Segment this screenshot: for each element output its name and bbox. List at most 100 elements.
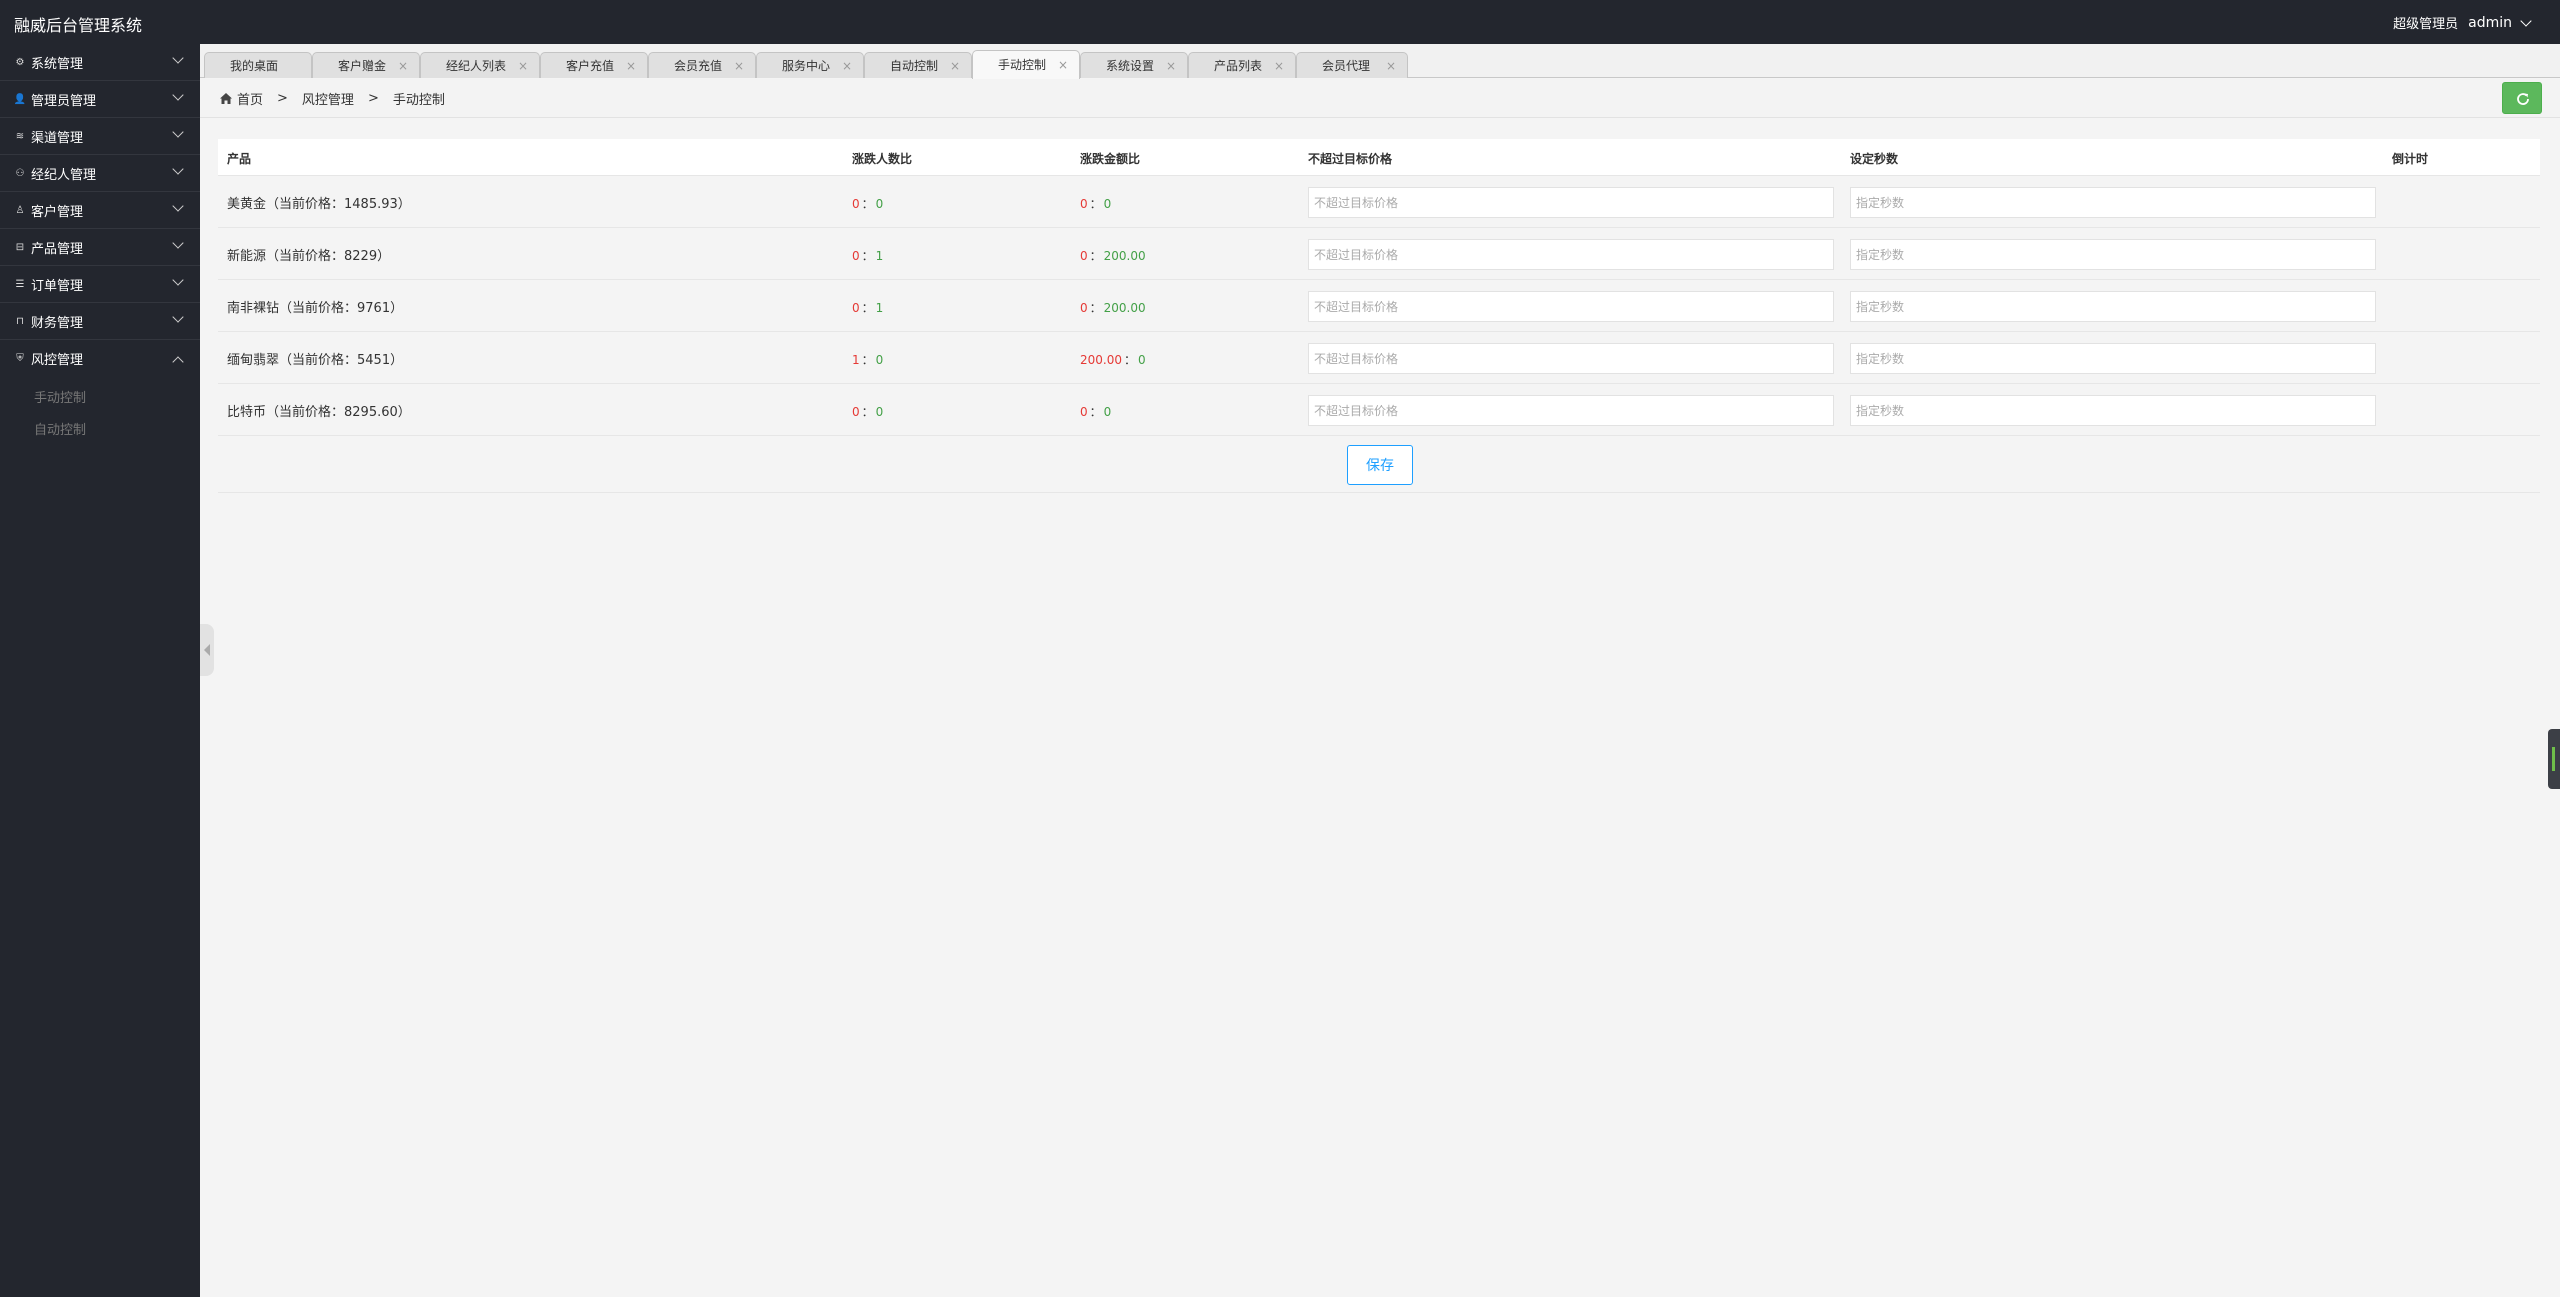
save-row: 保存: [218, 436, 2540, 493]
product-icon: ⊟: [15, 241, 25, 253]
tab-product-list[interactable]: 产品列表 ×: [1188, 52, 1296, 78]
sidebar: ⚙ 系统管理 👤 管理员管理 ≋ 渠道管理 ⚇ 经纪人管理 ♙ 客户管理 ⊟ 产…: [0, 44, 200, 1297]
chevron-down-icon[interactable]: [2520, 14, 2532, 27]
target-price-input[interactable]: [1308, 395, 1834, 426]
sidebar-item-finance[interactable]: ⊓ 财务管理: [0, 303, 200, 340]
sidebar-item-admin[interactable]: 👤 管理员管理: [0, 81, 200, 118]
seconds-input[interactable]: [1850, 395, 2376, 426]
sidebar-item-label: 客户管理: [31, 204, 84, 220]
customer-icon: ♙: [15, 204, 25, 216]
close-icon[interactable]: ×: [1274, 53, 1284, 79]
table-row: 缅甸翡翠（当前价格：5451） 1： 0 200.00： 0: [218, 332, 2540, 384]
tab-broker-list[interactable]: 经纪人列表 ×: [420, 52, 540, 78]
amount-ratio: 200.00： 0: [1080, 351, 1146, 368]
tab-desktop[interactable]: 我的桌面: [204, 52, 312, 78]
breadcrumb-home[interactable]: 首页: [237, 89, 263, 108]
amount-down: 200.00: [1103, 249, 1146, 263]
sidebar-item-label: 管理员管理: [31, 93, 97, 109]
tab-label: 服务中心: [782, 59, 831, 73]
close-icon[interactable]: ×: [1166, 53, 1176, 79]
breadcrumb-separator: >: [367, 91, 379, 106]
count-up: 0: [852, 197, 860, 211]
seconds-input[interactable]: [1850, 343, 2376, 374]
tab-label: 客户充值: [566, 59, 615, 73]
product-name: 美黄金（当前价格：1485.93）: [227, 197, 411, 212]
sidebar-item-risk[interactable]: ⛨ 风控管理: [0, 340, 200, 377]
tab-customer-recharge[interactable]: 客户充值 ×: [540, 52, 648, 78]
column-header-product: 产品: [227, 152, 252, 166]
count-down: 0: [875, 353, 884, 367]
count-down: 1: [875, 249, 884, 263]
column-header-target-price: 不超过目标价格: [1308, 152, 1393, 166]
sidebar-item-order[interactable]: ☰ 订单管理: [0, 266, 200, 303]
sidebar-subitem-auto[interactable]: 自动控制: [0, 415, 200, 447]
close-icon[interactable]: ×: [950, 53, 960, 79]
sidebar-item-system[interactable]: ⚙ 系统管理: [0, 44, 200, 81]
seconds-input[interactable]: [1850, 187, 2376, 218]
breadcrumb-level1[interactable]: 风控管理: [302, 89, 354, 108]
chevron-down-icon: [172, 200, 184, 212]
sidebar-item-customer[interactable]: ♙ 客户管理: [0, 192, 200, 229]
ratio-colon: ：: [861, 197, 874, 211]
tab-system-settings[interactable]: 系统设置 ×: [1080, 52, 1188, 78]
amount-ratio: 0： 200.00: [1080, 247, 1146, 264]
tab-gift[interactable]: 客户赠金 ×: [312, 52, 420, 78]
chevron-down-icon: [172, 89, 184, 101]
tab-service-center[interactable]: 服务中心 ×: [756, 52, 864, 78]
table-row: 美黄金（当前价格：1485.93） 0： 0 0： 0: [218, 176, 2540, 228]
count-ratio: 0： 1: [852, 247, 883, 264]
tab-manual-control[interactable]: 手动控制 ×: [972, 50, 1080, 79]
refresh-button[interactable]: [2502, 82, 2542, 114]
chevron-down-icon: [172, 274, 184, 286]
table-header: 产品 涨跌人数比 涨跌金额比 不超过目标价格 设定秒数 倒计时: [218, 139, 2540, 176]
sidebar-item-channel[interactable]: ≋ 渠道管理: [0, 118, 200, 155]
amount-down: 0: [1138, 353, 1146, 367]
tab-member-agent[interactable]: 会员代理 ×: [1296, 52, 1408, 78]
product-name: 南非裸钻（当前价格：9761）: [227, 301, 404, 316]
sidebar-item-label: 渠道管理: [31, 130, 84, 146]
tab-member-recharge[interactable]: 会员充值 ×: [648, 52, 756, 78]
broker-icon: ⚇: [15, 167, 25, 179]
order-icon: ☰: [15, 278, 25, 290]
close-icon[interactable]: ×: [842, 53, 852, 79]
seconds-input[interactable]: [1850, 239, 2376, 270]
amount-down: 0: [1103, 197, 1112, 211]
close-icon[interactable]: ×: [398, 53, 408, 79]
count-ratio: 0： 1: [852, 299, 883, 316]
home-icon: [220, 93, 232, 104]
sidebar-item-label: 产品管理: [31, 241, 84, 257]
seconds-input[interactable]: [1850, 291, 2376, 322]
close-icon[interactable]: ×: [626, 53, 636, 79]
amount-up: 0: [1080, 301, 1088, 315]
ratio-colon: ：: [1089, 301, 1102, 315]
chevron-down-icon: [172, 237, 184, 249]
target-price-input[interactable]: [1308, 187, 1834, 218]
close-icon[interactable]: ×: [518, 53, 528, 79]
sidebar-item-label: 经纪人管理: [31, 167, 97, 183]
ratio-colon: ：: [1124, 353, 1137, 367]
sidebar-collapse-handle[interactable]: [200, 624, 214, 676]
close-icon[interactable]: ×: [1058, 51, 1068, 80]
user-menu[interactable]: 超级管理员 admin: [2393, 13, 2532, 32]
user-name[interactable]: admin: [2468, 15, 2512, 31]
tab-label: 客户赠金: [338, 59, 387, 73]
target-price-input[interactable]: [1308, 239, 1834, 270]
save-button[interactable]: 保存: [1347, 445, 1413, 485]
floating-side-widget[interactable]: [2548, 729, 2560, 789]
close-icon[interactable]: ×: [1386, 53, 1396, 79]
count-ratio: 0： 0: [852, 403, 883, 420]
chevron-down-icon: [172, 311, 184, 323]
table-row: 南非裸钻（当前价格：9761） 0： 1 0： 200.00: [218, 280, 2540, 332]
sidebar-item-product[interactable]: ⊟ 产品管理: [0, 229, 200, 266]
sidebar-item-broker[interactable]: ⚇ 经纪人管理: [0, 155, 200, 192]
target-price-input[interactable]: [1308, 291, 1834, 322]
chevron-down-icon: [172, 163, 184, 175]
refresh-icon: [2517, 93, 2529, 105]
sidebar-subitem-manual[interactable]: 手动控制: [0, 383, 200, 415]
count-ratio: 0： 0: [852, 195, 883, 212]
amount-up: 0: [1080, 197, 1088, 211]
tab-auto-control[interactable]: 自动控制 ×: [864, 52, 972, 78]
target-price-input[interactable]: [1308, 343, 1834, 374]
lock-icon: ⊓: [16, 315, 24, 327]
close-icon[interactable]: ×: [734, 53, 744, 79]
